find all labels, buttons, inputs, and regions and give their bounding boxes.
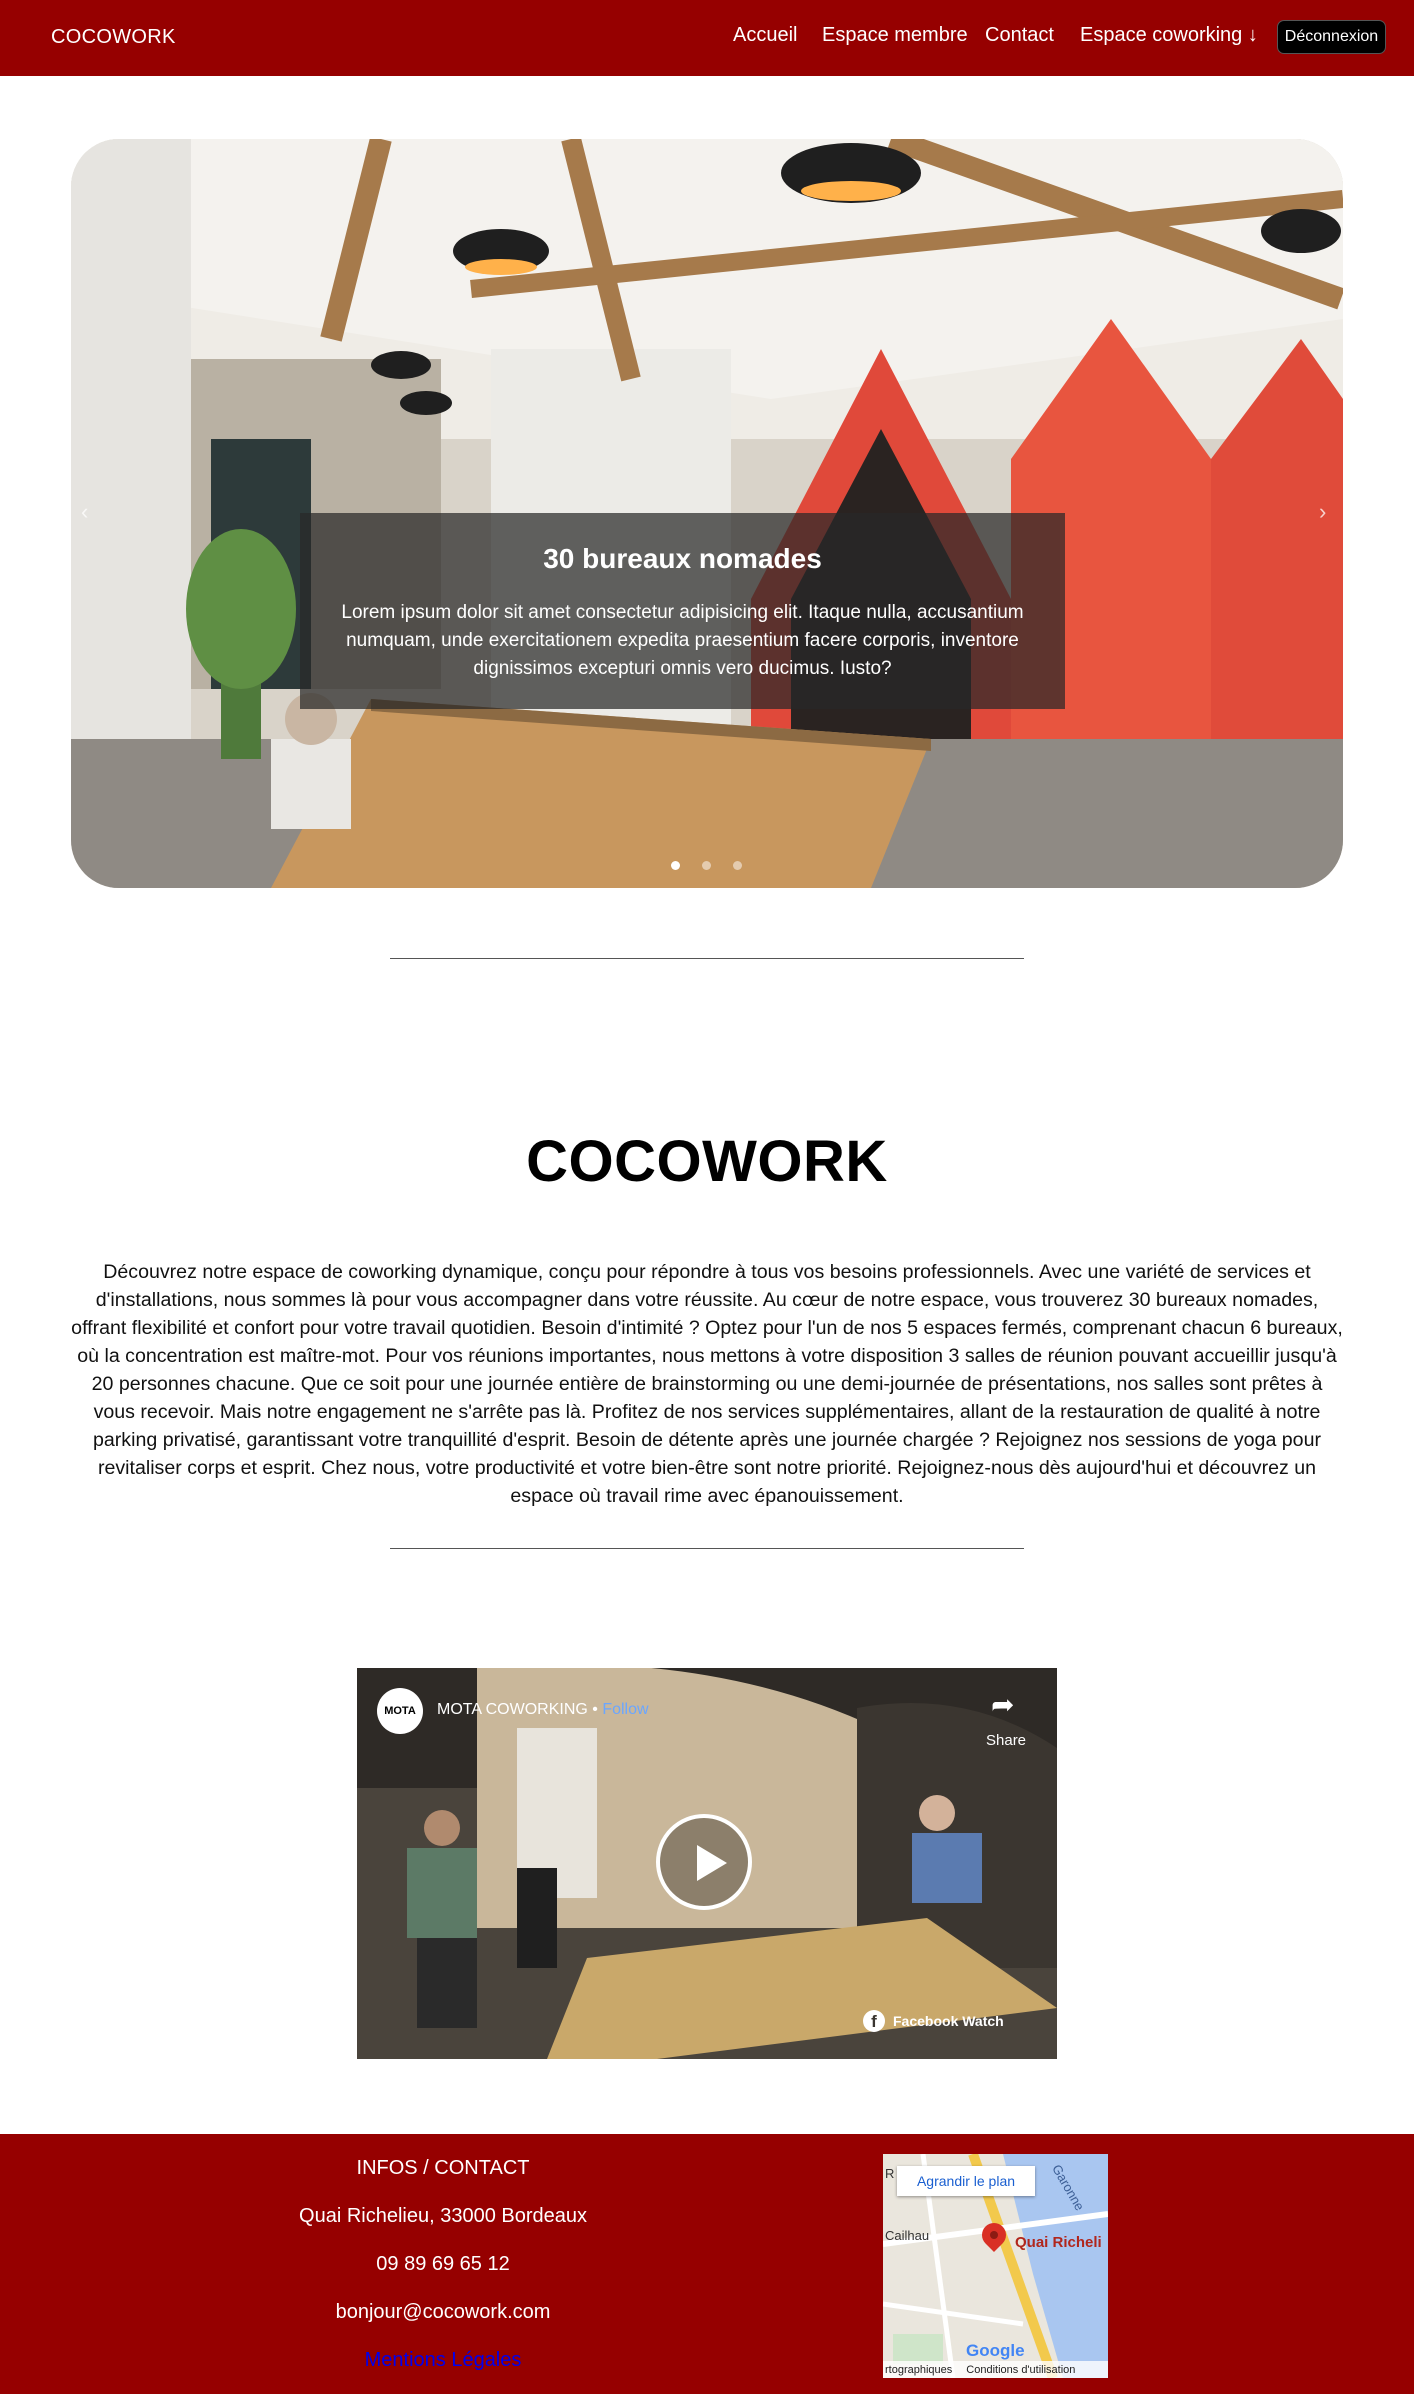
carousel-indicator-3[interactable] xyxy=(733,861,742,870)
carousel-next-control[interactable]: › xyxy=(1319,499,1326,525)
carousel-caption: 30 bureaux nomades Lorem ipsum dolor sit… xyxy=(300,513,1065,709)
channel-name[interactable]: MOTA COWORKING xyxy=(437,1701,588,1718)
section-divider xyxy=(390,958,1024,959)
intro-description: Découvrez notre espace de coworking dyna… xyxy=(71,1261,1343,1507)
enlarge-map-button[interactable]: Agrandir le plan xyxy=(897,2166,1035,2196)
footer xyxy=(0,2134,1414,2394)
footer-address: Quai Richelieu, 33000 Bordeaux xyxy=(299,2205,587,2227)
map-place-label: Quai Richeli xyxy=(1015,2234,1102,2251)
facebook-watch-label: Facebook Watch xyxy=(893,2013,1004,2029)
share-icon[interactable]: ➦ xyxy=(991,1688,1014,1721)
nav-item-espace-coworking-dropdown[interactable]: Espace coworking ↓ xyxy=(1080,24,1258,47)
channel-logo: MOTA xyxy=(377,1688,423,1734)
page-title: COCOWORK xyxy=(526,1129,888,1194)
section-divider xyxy=(390,1548,1024,1549)
facebook-watch-badge[interactable]: f Facebook Watch xyxy=(863,2010,1004,2032)
facebook-video-embed[interactable]: MOTA MOTA COWORKING • Follow ➦ Share f F… xyxy=(357,1668,1057,2059)
carousel-prev-control[interactable]: ‹ xyxy=(81,499,88,525)
footer-phone: 09 89 69 65 12 xyxy=(376,2253,510,2275)
carousel-indicator-2[interactable] xyxy=(702,861,711,870)
embedded-map[interactable]: Agrandir le plan R Garonne Cailhau Quai … xyxy=(883,2154,1108,2378)
carousel-indicators xyxy=(671,861,742,870)
map-credits[interactable]: rtographiques xyxy=(885,2364,952,2376)
map-attribution: rtographiques Conditions d'utilisation xyxy=(883,2361,1108,2378)
title-separator: • xyxy=(587,1701,603,1718)
map-label-r: R xyxy=(885,2166,895,2181)
logout-button[interactable]: Déconnexion xyxy=(1277,20,1386,54)
carousel-caption-title: 30 bureaux nomades xyxy=(543,543,822,574)
image-carousel: ‹ › 30 bureaux nomades Lorem ipsum dolor… xyxy=(71,139,1343,888)
brand-logo[interactable]: COCOWORK xyxy=(51,26,176,49)
footer-email: bonjour@cocowork.com xyxy=(335,2301,551,2323)
carousel-caption-text: Lorem ipsum dolor sit amet consectetur a… xyxy=(341,602,1024,679)
top-navbar: COCOWORK Accueil Espace membre Contact E… xyxy=(0,0,1414,76)
map-terms-link[interactable]: Conditions d'utilisation xyxy=(966,2364,1075,2376)
map-label-cailhau: Cailhau xyxy=(885,2228,930,2243)
facebook-icon: f xyxy=(863,2010,885,2032)
chevron-left-icon: ‹ xyxy=(81,499,89,524)
footer-heading: INFOS / CONTACT xyxy=(356,2157,530,2179)
nav-item-accueil[interactable]: Accueil xyxy=(733,24,797,47)
google-logo: Google xyxy=(966,2341,1025,2360)
video-channel-title: MOTA COWORKING • Follow xyxy=(437,1701,649,1719)
follow-link[interactable]: Follow xyxy=(602,1701,648,1718)
carousel-indicator-1[interactable] xyxy=(671,861,680,870)
chevron-right-icon: › xyxy=(1319,499,1327,524)
share-label[interactable]: Share xyxy=(986,1732,1026,1749)
legal-notice-link[interactable]: Mentions Légales xyxy=(243,2349,643,2372)
nav-item-contact[interactable]: Contact xyxy=(985,24,1054,47)
play-button[interactable] xyxy=(656,1814,752,1910)
nav-item-espace-membre[interactable]: Espace membre xyxy=(822,24,968,47)
